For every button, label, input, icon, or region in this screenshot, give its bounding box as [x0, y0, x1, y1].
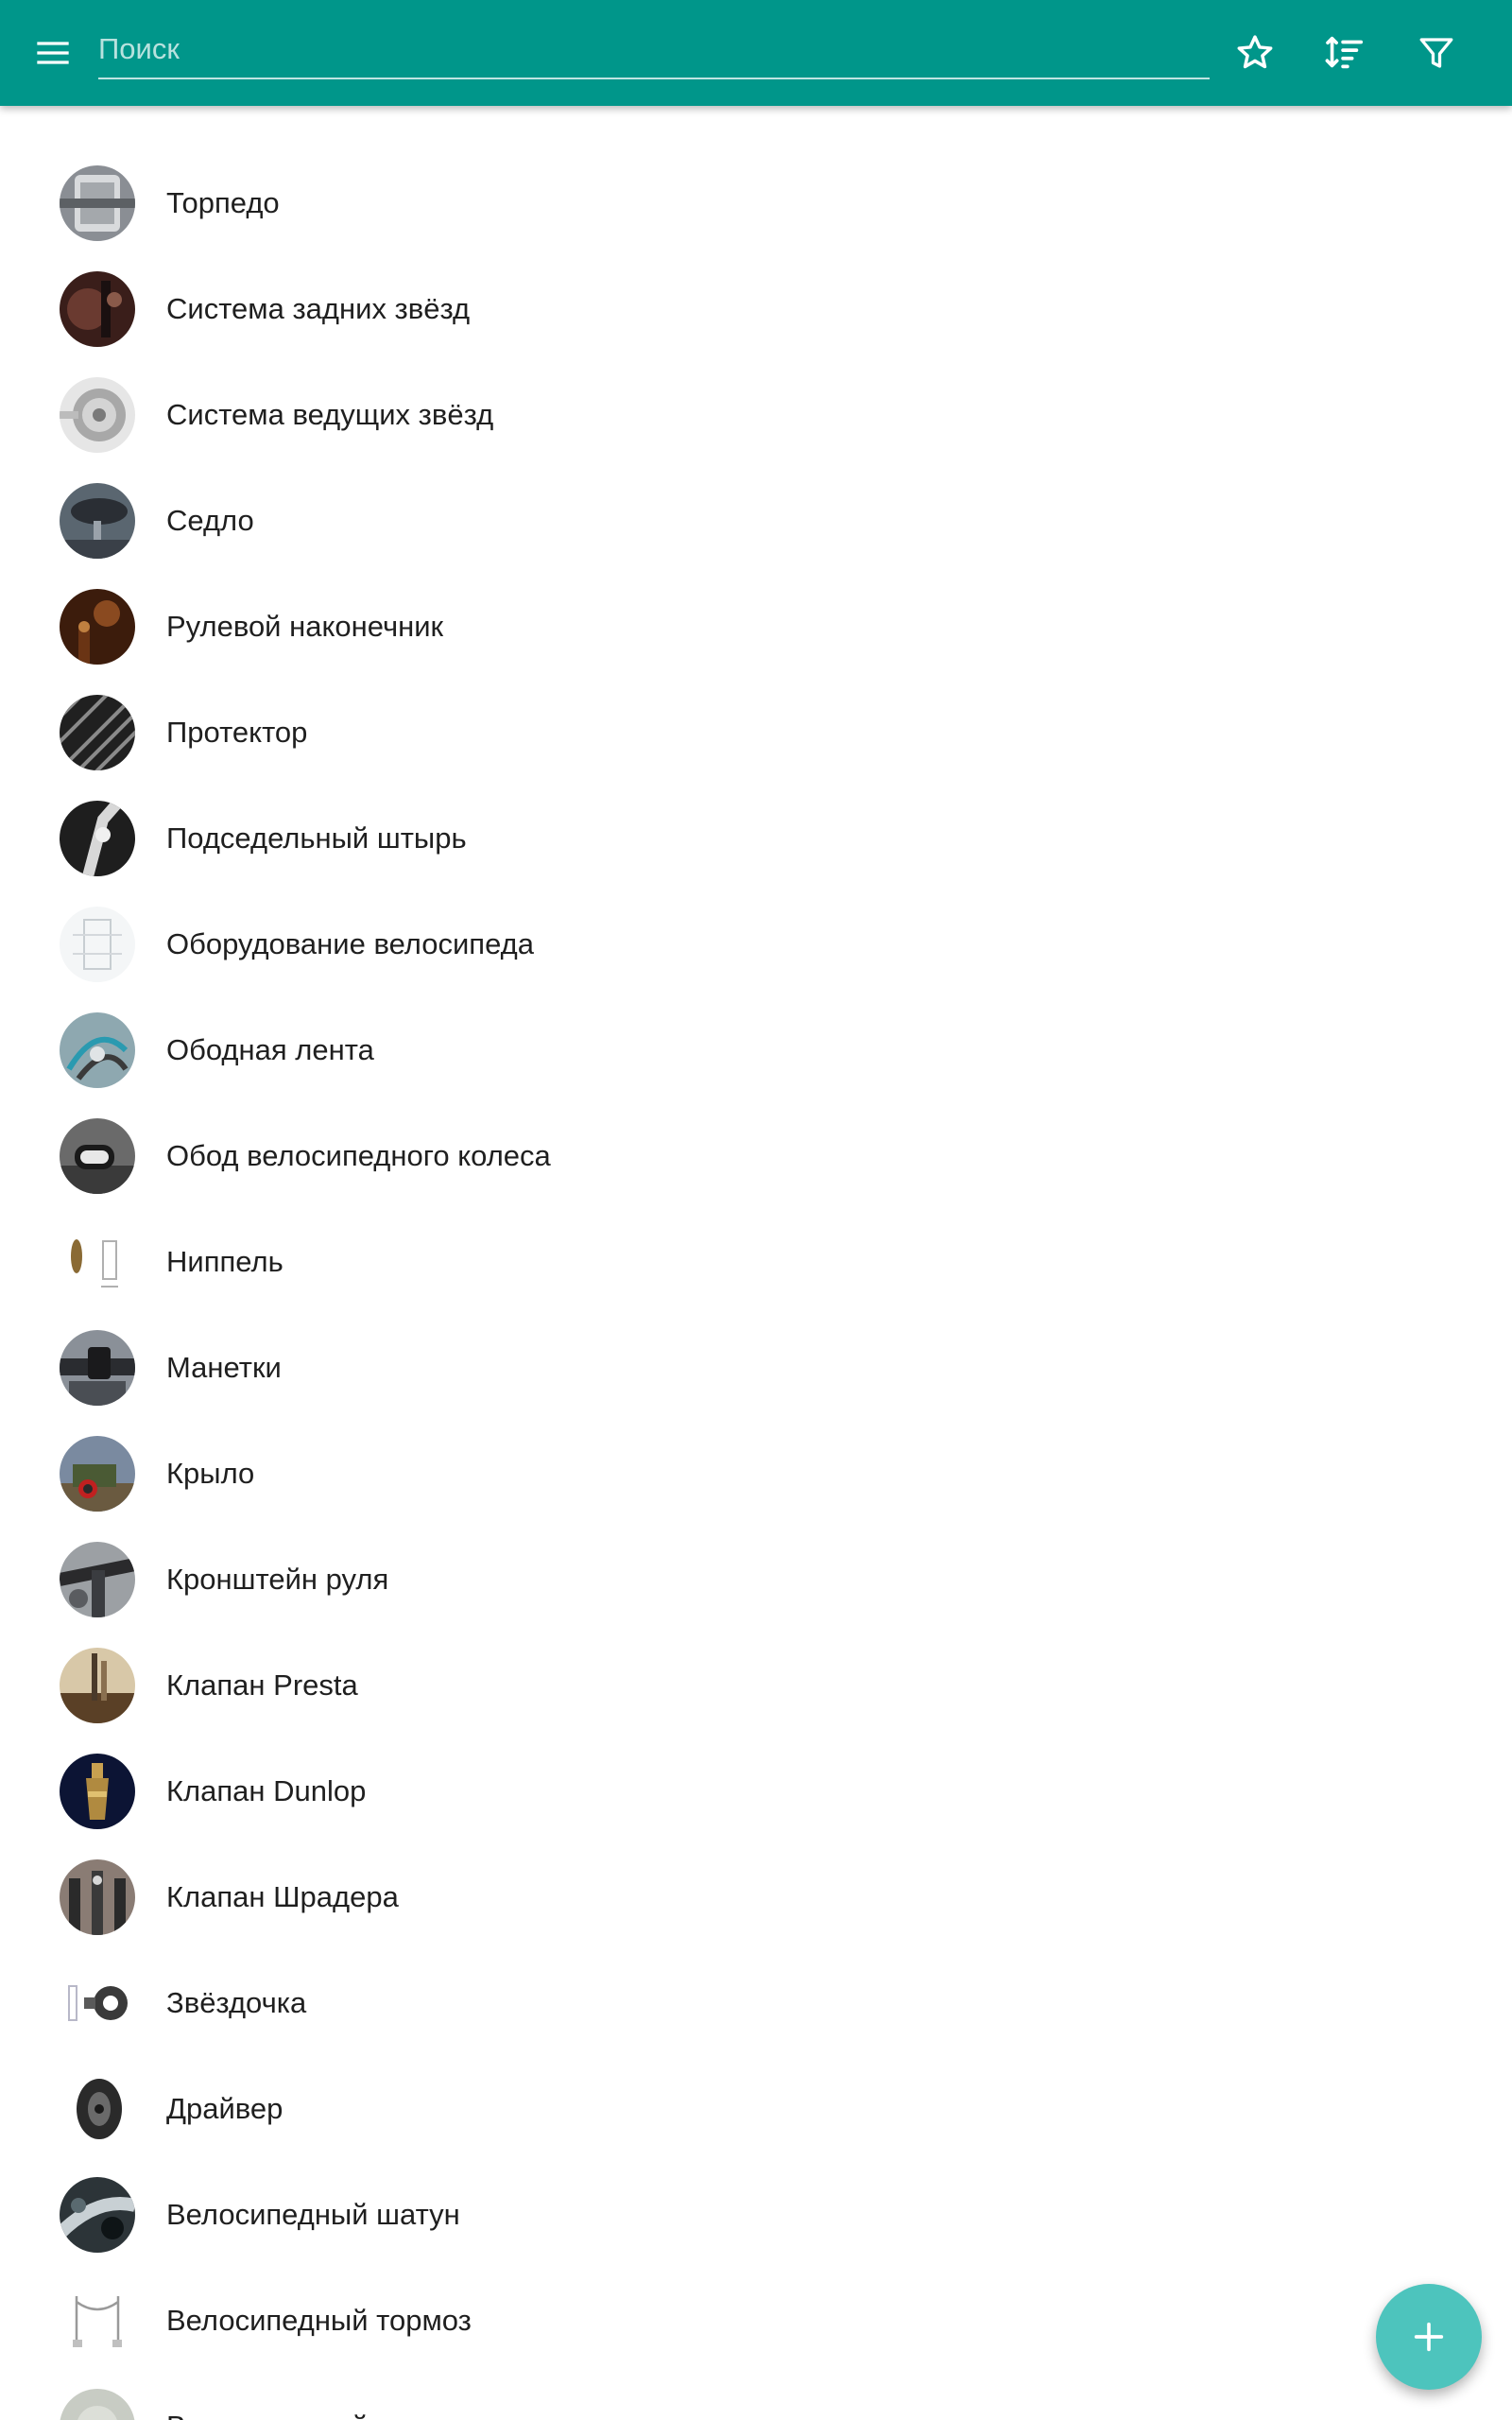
search-input[interactable]: [98, 21, 1210, 78]
item-thumbnail: [60, 1224, 135, 1300]
item-thumbnail: [60, 801, 135, 876]
list-item[interactable]: Крыло: [0, 1421, 1512, 1527]
menu-icon: [37, 42, 69, 64]
filter-icon: [1419, 38, 1453, 68]
item-label: Манетки: [166, 1351, 282, 1384]
list-item[interactable]: Система ведущих звёзд: [0, 362, 1512, 468]
list-item[interactable]: Подседельный штырь: [0, 786, 1512, 891]
item-thumbnail: [60, 2283, 135, 2359]
list-item[interactable]: Кронштейн руля: [0, 1527, 1512, 1633]
list-item[interactable]: Торпедо: [0, 150, 1512, 256]
filter-button[interactable]: [1408, 25, 1465, 81]
item-thumbnail: [60, 2071, 135, 2147]
menu-button[interactable]: [26, 26, 79, 79]
list-item[interactable]: Велосипедный: [0, 2374, 1512, 2420]
item-thumbnail: [60, 589, 135, 665]
item-label: Оборудование велосипеда: [166, 927, 534, 960]
item-label: Обод велосипедного колеса: [166, 1139, 551, 1172]
item-thumbnail: [60, 271, 135, 347]
list-item[interactable]: Обод велосипедного колеса: [0, 1103, 1512, 1209]
item-thumbnail: [60, 695, 135, 770]
list-item[interactable]: Ниппель: [0, 1209, 1512, 1315]
item-label: Крыло: [166, 1457, 255, 1490]
plus-icon: [1414, 2322, 1444, 2352]
item-thumbnail: [60, 1436, 135, 1512]
list-item[interactable]: Система задних звёзд: [0, 256, 1512, 362]
item-label: Ободная лента: [166, 1033, 374, 1066]
list-item[interactable]: Драйвер: [0, 2056, 1512, 2162]
app-bar: [0, 0, 1512, 106]
list-item[interactable]: Звёздочка: [0, 1950, 1512, 2056]
item-thumbnail: [60, 1859, 135, 1935]
list-item[interactable]: Клапан Presta: [0, 1633, 1512, 1738]
item-thumbnail: [60, 1542, 135, 1617]
favorites-button[interactable]: [1227, 25, 1283, 81]
item-label: Клапан Presta: [166, 1668, 358, 1702]
list-item[interactable]: Протектор: [0, 680, 1512, 786]
item-thumbnail: [60, 165, 135, 241]
item-label: Драйвер: [166, 2092, 284, 2125]
item-label: Ниппель: [166, 1245, 284, 1278]
item-label: Клапан Dunlop: [166, 1774, 367, 1807]
search-field[interactable]: [98, 21, 1210, 79]
list-item[interactable]: Рулевой наконечник: [0, 574, 1512, 680]
item-label: Седло: [166, 504, 254, 537]
item-label: Звёздочка: [166, 1986, 307, 2019]
item-thumbnail: [60, 1754, 135, 1829]
list-item[interactable]: Ободная лента: [0, 997, 1512, 1103]
list-item[interactable]: Манетки: [0, 1315, 1512, 1421]
sort-icon: [1325, 36, 1364, 69]
list-item[interactable]: Клапан Шрадера: [0, 1844, 1512, 1950]
item-thumbnail: [60, 1648, 135, 1723]
item-label: Система задних звёзд: [166, 292, 471, 325]
star-outline-icon: [1237, 35, 1273, 69]
item-thumbnail: [60, 483, 135, 559]
sort-button[interactable]: [1316, 25, 1373, 81]
item-label: Протектор: [166, 716, 308, 749]
item-label: Клапан Шрадера: [166, 1880, 399, 1913]
list-item[interactable]: Велосипедный тормоз: [0, 2268, 1512, 2374]
parts-list: Торпедо Система задних звёзд Система вед…: [0, 106, 1512, 2420]
list-item[interactable]: Велосипедный шатун: [0, 2162, 1512, 2268]
item-thumbnail: [60, 907, 135, 982]
item-label: Торпедо: [166, 186, 280, 219]
item-label: Велосипедный шатун: [166, 2198, 460, 2231]
list-item[interactable]: Клапан Dunlop: [0, 1738, 1512, 1844]
item-thumbnail: [60, 2177, 135, 2253]
item-label: Велосипедный тормоз: [166, 2304, 472, 2337]
list-item[interactable]: Седло: [0, 468, 1512, 574]
item-label: Велосипедный: [166, 2374, 369, 2420]
item-label: Кронштейн руля: [166, 1563, 389, 1596]
item-label: Система ведущих звёзд: [166, 398, 494, 431]
item-thumbnail: [60, 1330, 135, 1406]
item-thumbnail: [60, 377, 135, 453]
list-item[interactable]: Оборудование велосипеда: [0, 891, 1512, 997]
item-thumbnail: [60, 1012, 135, 1088]
item-thumbnail: [60, 1965, 135, 2041]
item-label: Рулевой наконечник: [166, 610, 444, 643]
item-thumbnail: [60, 1118, 135, 1194]
add-button[interactable]: [1376, 2284, 1482, 2390]
item-label: Подседельный штырь: [166, 821, 467, 855]
item-thumbnail: [60, 2389, 135, 2420]
